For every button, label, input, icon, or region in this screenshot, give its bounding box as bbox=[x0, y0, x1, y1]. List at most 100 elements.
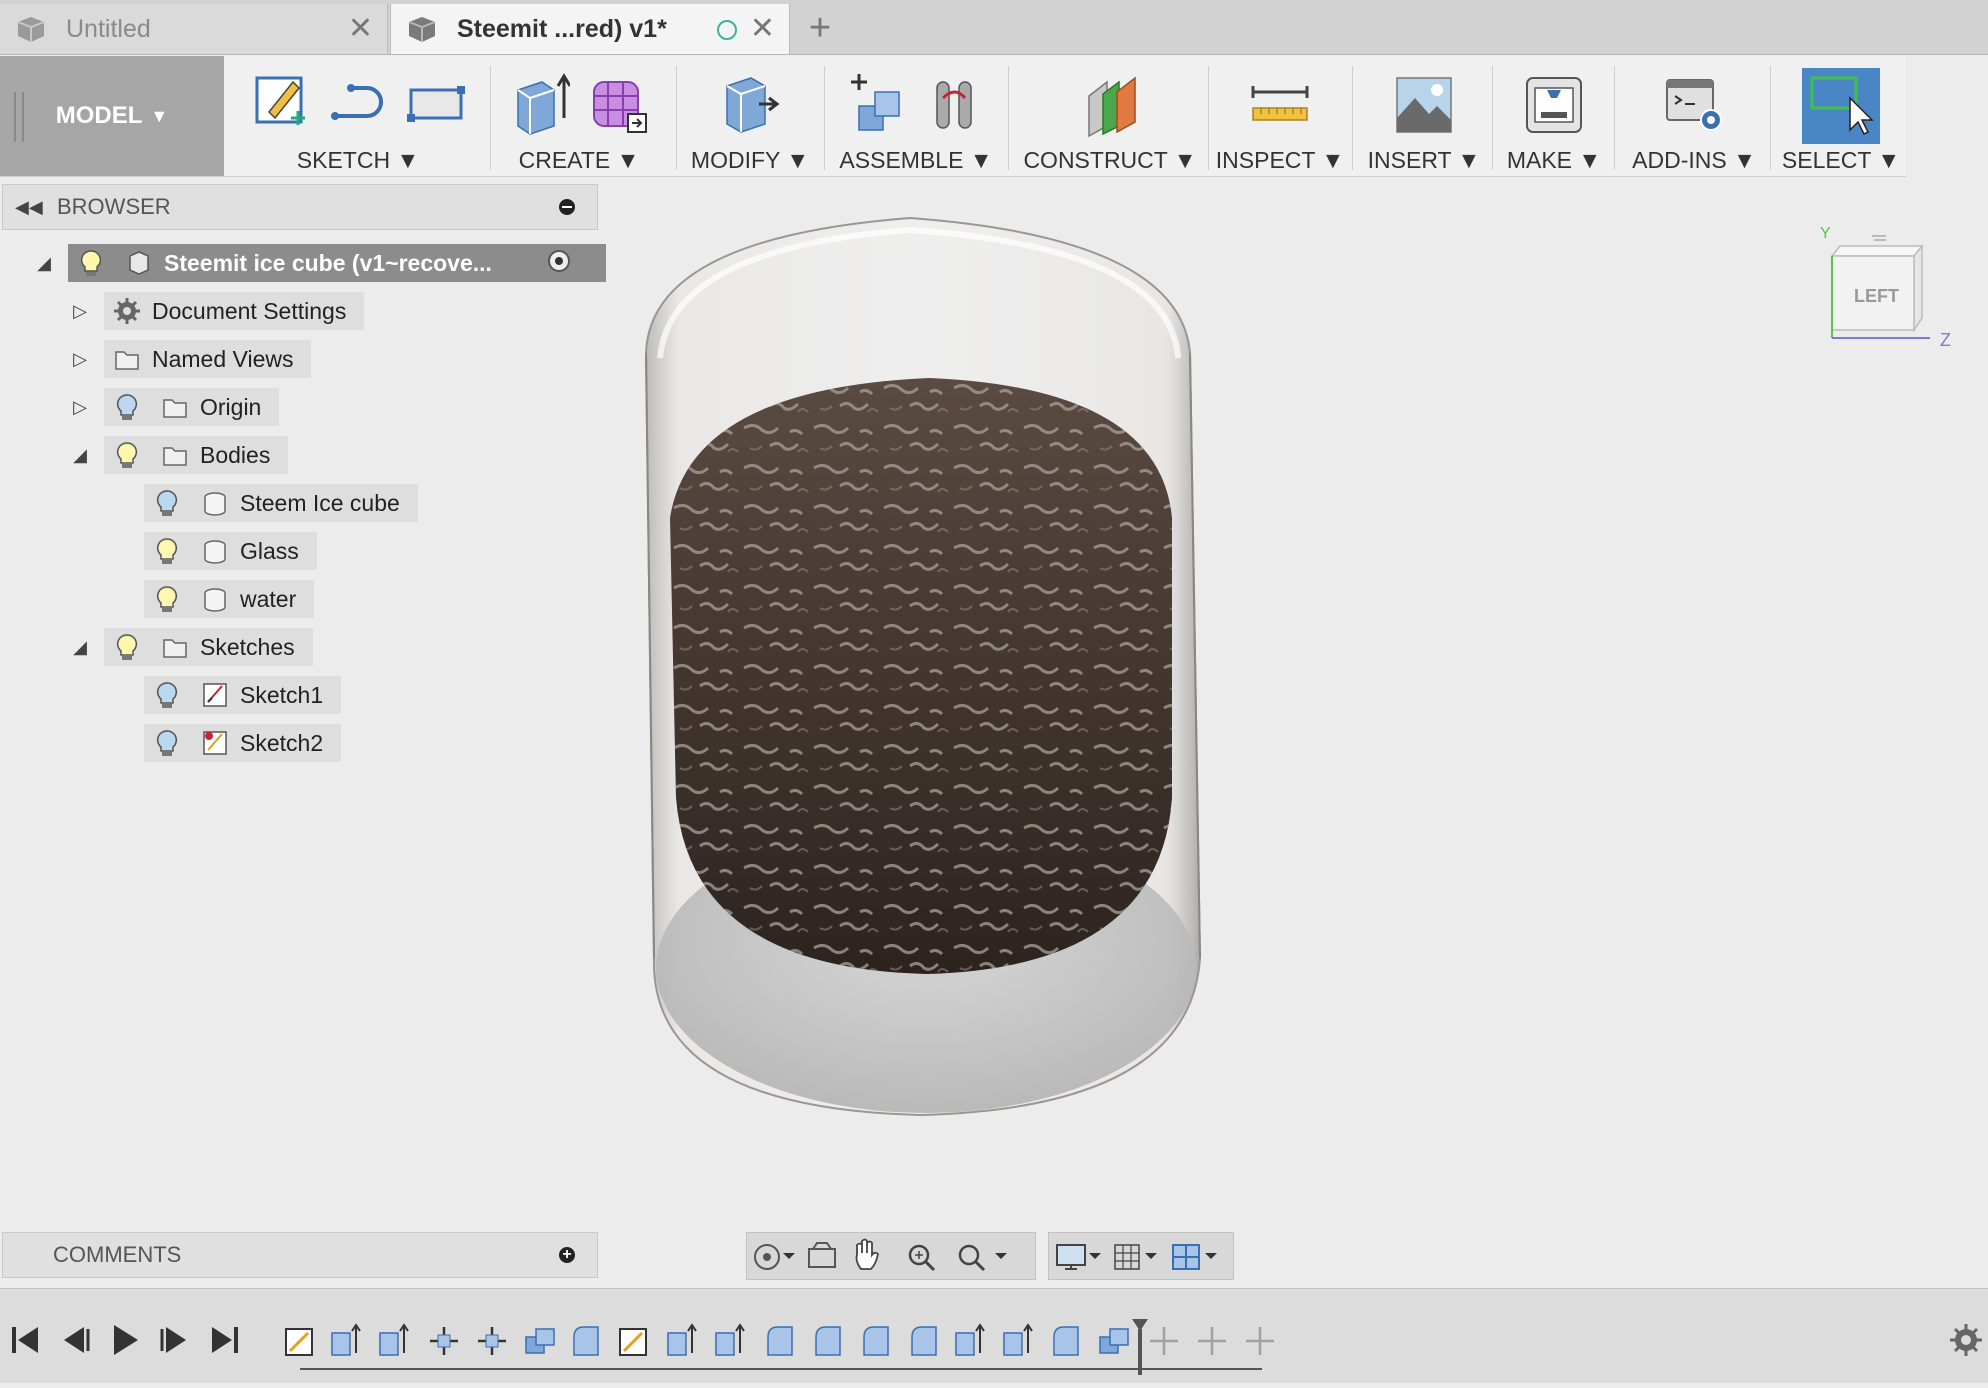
expand-triangle-icon[interactable]: ▷ bbox=[68, 349, 92, 370]
timeline-feature-extrude-icon[interactable] bbox=[715, 1323, 745, 1356]
insert-menu-label[interactable]: INSERT ▼ bbox=[1356, 147, 1492, 174]
timeline-feature-extrude-icon[interactable] bbox=[667, 1323, 697, 1356]
timeline-feature-sketch-icon[interactable] bbox=[285, 1328, 313, 1356]
inspect-menu-label[interactable]: INSPECT ▼ bbox=[1212, 147, 1348, 174]
timeline-feature-fillet-icon[interactable] bbox=[573, 1326, 599, 1356]
scripts-addins-icon[interactable] bbox=[1663, 68, 1725, 138]
fit-zoom-icon[interactable] bbox=[958, 1244, 1007, 1272]
orbit-icon[interactable] bbox=[754, 1244, 795, 1270]
look-at-icon[interactable] bbox=[808, 1242, 836, 1268]
timeline-feature-fillet-icon[interactable] bbox=[815, 1326, 841, 1356]
3d-print-icon[interactable] bbox=[1523, 68, 1585, 138]
insert-image-icon[interactable] bbox=[1393, 68, 1455, 138]
add-ins-menu-label[interactable]: ADD-INS ▼ bbox=[1618, 147, 1770, 174]
view-cube[interactable]: Y Z LEFT bbox=[1810, 218, 1970, 358]
step-forward-icon[interactable] bbox=[160, 1327, 186, 1353]
create-sketch-icon[interactable] bbox=[249, 68, 311, 138]
minimize-browser-icon[interactable] bbox=[559, 199, 575, 215]
visibility-bulb-icon[interactable] bbox=[154, 728, 180, 758]
visibility-bulb-icon[interactable] bbox=[114, 440, 140, 470]
form-box-icon[interactable] bbox=[588, 68, 650, 138]
insert-group[interactable]: INSERT ▼ bbox=[1356, 56, 1492, 176]
tree-item-sketches[interactable]: ◢ Sketches bbox=[68, 628, 313, 666]
new-tab-button[interactable]: + bbox=[800, 4, 840, 52]
timeline-feature-extrude-icon[interactable] bbox=[379, 1323, 409, 1356]
timeline-feature-fillet-icon[interactable] bbox=[1053, 1326, 1079, 1356]
select-group[interactable]: SELECT ▼ bbox=[1776, 56, 1906, 176]
timeline-feature-suppressed-icon[interactable] bbox=[1198, 1327, 1226, 1355]
assemble-group[interactable]: ASSEMBLE ▼ bbox=[828, 56, 1004, 176]
close-tab-icon[interactable]: ✕ bbox=[750, 14, 775, 44]
visibility-bulb-icon[interactable] bbox=[78, 248, 104, 278]
visibility-bulb-icon[interactable] bbox=[154, 680, 180, 710]
close-tab-icon[interactable]: ✕ bbox=[348, 14, 373, 44]
expand-triangle-icon[interactable]: ▷ bbox=[68, 301, 92, 322]
tree-item-sketch2[interactable]: Sketch2 bbox=[144, 724, 342, 762]
timeline-feature-fillet-icon[interactable] bbox=[863, 1326, 889, 1356]
sketch-group[interactable]: SKETCH ▼ bbox=[230, 56, 486, 176]
visibility-bulb-icon[interactable] bbox=[154, 536, 180, 566]
visibility-bulb-icon[interactable] bbox=[154, 584, 180, 614]
tree-item-glass[interactable]: Glass bbox=[144, 532, 317, 570]
rectangle-tool-icon[interactable] bbox=[405, 68, 467, 138]
tab-steemit[interactable]: Steemit ...red) v1* ✕ bbox=[390, 4, 790, 54]
inspect-group[interactable]: INSPECT ▼ bbox=[1212, 56, 1348, 176]
step-back-icon[interactable] bbox=[64, 1327, 90, 1353]
make-group[interactable]: MAKE ▼ bbox=[1496, 56, 1612, 176]
timeline-feature-sketch-icon[interactable] bbox=[619, 1328, 647, 1356]
select-menu-label[interactable]: SELECT ▼ bbox=[1776, 147, 1906, 174]
comments-panel[interactable]: COMMENTS + bbox=[2, 1232, 598, 1278]
home-view-icon[interactable] bbox=[1872, 235, 1886, 241]
timeline-feature-combine-icon[interactable] bbox=[525, 1328, 555, 1354]
select-icon[interactable] bbox=[1802, 68, 1880, 144]
go-to-end-icon[interactable] bbox=[212, 1327, 238, 1353]
timeline-feature-fillet-icon[interactable] bbox=[767, 1326, 793, 1356]
make-menu-label[interactable]: MAKE ▼ bbox=[1496, 147, 1612, 174]
tree-item-steem-ice-cube[interactable]: Steem Ice cube bbox=[144, 484, 418, 522]
play-icon[interactable] bbox=[114, 1325, 138, 1355]
new-component-icon[interactable] bbox=[845, 68, 907, 138]
timeline-feature-move-icon[interactable] bbox=[478, 1327, 506, 1355]
viewports-icon[interactable] bbox=[1172, 1244, 1217, 1270]
assemble-menu-label[interactable]: ASSEMBLE ▼ bbox=[828, 147, 1004, 174]
add-ins-group[interactable]: ADD-INS ▼ bbox=[1618, 56, 1770, 176]
view-cube-face-label[interactable]: LEFT bbox=[1854, 286, 1899, 306]
construct-group[interactable]: CONSTRUCT ▼ bbox=[1012, 56, 1208, 176]
timeline-feature-fillet-icon[interactable] bbox=[911, 1326, 937, 1356]
modify-group[interactable]: MODIFY ▼ bbox=[680, 56, 820, 176]
3d-viewport[interactable] bbox=[600, 178, 1988, 1228]
create-group[interactable]: CREATE ▼ bbox=[494, 56, 664, 176]
toolbar-grip[interactable] bbox=[14, 92, 24, 142]
expand-triangle-icon[interactable]: ▷ bbox=[68, 397, 92, 418]
measure-icon[interactable] bbox=[1249, 68, 1311, 138]
construct-menu-label[interactable]: CONSTRUCT ▼ bbox=[1012, 147, 1208, 174]
timeline-marker-icon[interactable] bbox=[1132, 1319, 1148, 1375]
collapse-triangle-icon[interactable]: ◢ bbox=[68, 637, 92, 658]
visibility-bulb-icon[interactable] bbox=[154, 488, 180, 518]
timeline-feature-move-icon[interactable] bbox=[430, 1327, 458, 1355]
timeline-feature-suppressed-icon[interactable] bbox=[1246, 1327, 1274, 1355]
collapse-triangle-icon[interactable]: ◢ bbox=[68, 445, 92, 466]
tree-item-water[interactable]: water bbox=[144, 580, 315, 618]
zoom-icon[interactable] bbox=[908, 1244, 936, 1272]
browser-header[interactable]: ◀◀ BROWSER bbox=[2, 184, 598, 230]
timeline-settings-gear-icon[interactable] bbox=[1950, 1324, 1982, 1356]
tree-item-named-views[interactable]: ▷ Named Views bbox=[68, 340, 312, 378]
offset-plane-icon[interactable] bbox=[1079, 68, 1141, 138]
modify-menu-label[interactable]: MODIFY ▼ bbox=[680, 147, 820, 174]
create-menu-label[interactable]: CREATE ▼ bbox=[494, 147, 664, 174]
grid-snap-icon[interactable] bbox=[1114, 1244, 1157, 1270]
tree-item-bodies[interactable]: ◢ Bodies bbox=[68, 436, 289, 474]
timeline-feature-suppressed-icon[interactable] bbox=[1150, 1327, 1178, 1355]
workspace-dropdown[interactable]: MODEL ▼ bbox=[0, 56, 224, 176]
pan-hand-icon[interactable] bbox=[855, 1238, 879, 1270]
add-comment-icon[interactable]: + bbox=[559, 1247, 575, 1263]
collapse-panel-icon[interactable]: ◀◀ bbox=[15, 197, 43, 218]
line-tool-icon[interactable] bbox=[327, 68, 389, 138]
visibility-bulb-icon[interactable] bbox=[114, 632, 140, 662]
go-to-start-icon[interactable] bbox=[12, 1327, 38, 1353]
tree-item-document-settings[interactable]: ▷ Document Settings bbox=[68, 292, 365, 330]
visibility-bulb-icon[interactable] bbox=[114, 392, 140, 422]
expand-triangle-icon[interactable]: ◢ bbox=[32, 253, 56, 274]
display-settings-icon[interactable] bbox=[1056, 1244, 1101, 1270]
